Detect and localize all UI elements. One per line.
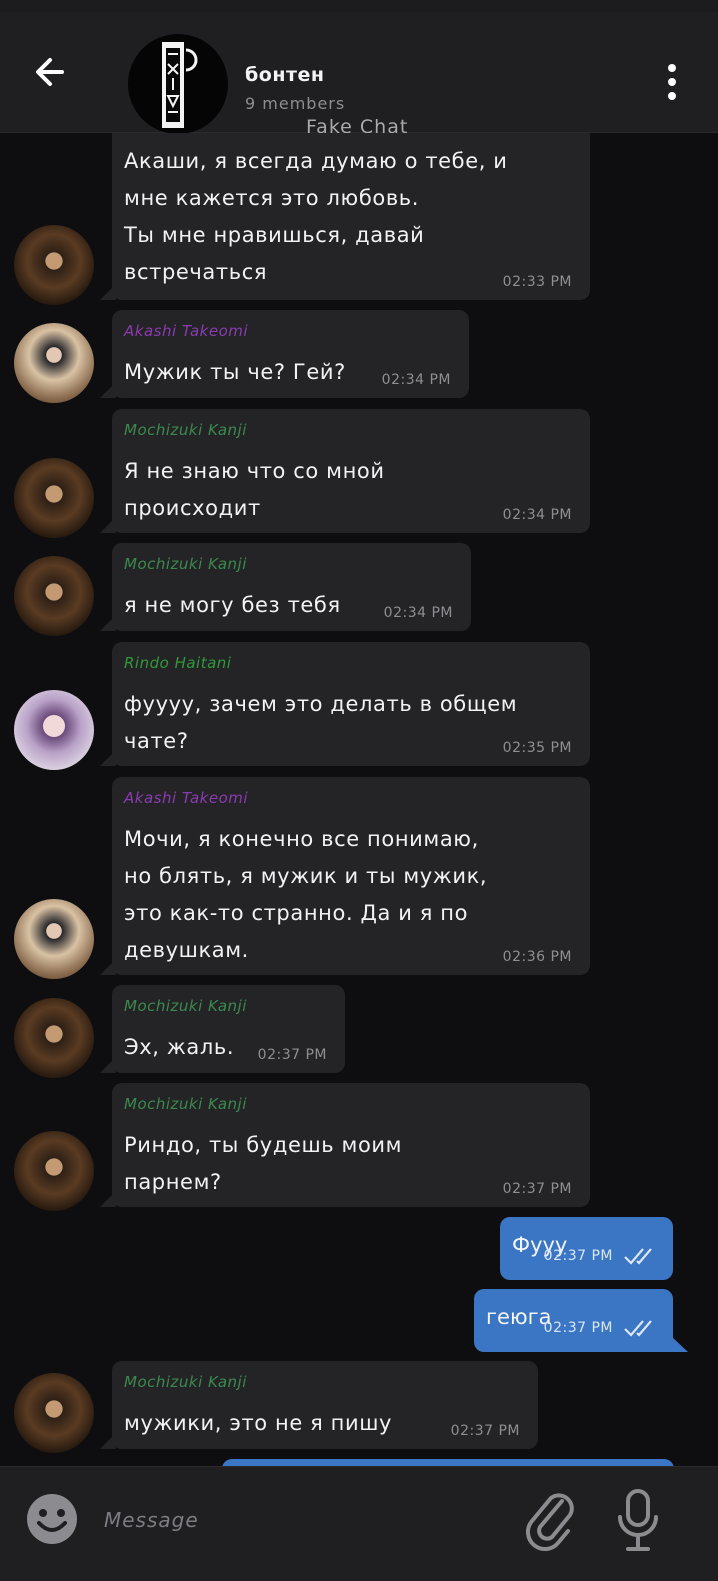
- avatar[interactable]: [14, 899, 94, 979]
- message-time: 02:37 PM: [502, 1181, 572, 1197]
- sender-name[interactable]: Akashi Takeomi: [124, 789, 576, 807]
- message-time: 02:35 PM: [502, 740, 572, 756]
- avatar[interactable]: [14, 1373, 94, 1453]
- sender-name[interactable]: Akashi Takeomi: [124, 322, 455, 340]
- message-bubble[interactable]: Mochizuki Kanji Я не знаю что со мной пр…: [100, 409, 590, 533]
- message-time: 02:34 PM: [381, 372, 451, 388]
- message-input[interactable]: [102, 1499, 506, 1541]
- voice-message-button[interactable]: [612, 1487, 664, 1555]
- message-bubble[interactable]: Mochizuki Kanji я не могу без тебя 02:34…: [100, 543, 471, 631]
- more-vertical-icon: [660, 64, 684, 100]
- chat-header: бонтен 9 members Fake Chat: [0, 12, 718, 138]
- message-time: 02:33 PM: [502, 274, 572, 290]
- message-time: 02:37 PM: [257, 1047, 327, 1063]
- avatar[interactable]: [14, 458, 94, 538]
- sender-name[interactable]: Rindo Haitani: [124, 654, 576, 672]
- paperclip-icon: [526, 1493, 574, 1551]
- group-title[interactable]: бонтен: [245, 64, 324, 86]
- sender-name[interactable]: Mochizuki Kanji: [124, 1095, 576, 1113]
- more-options-button[interactable]: [660, 64, 684, 104]
- sender-name[interactable]: Mochizuki Kanji: [124, 1373, 524, 1391]
- sender-name[interactable]: Mochizuki Kanji: [124, 555, 457, 573]
- back-button[interactable]: [28, 52, 80, 92]
- message-list[interactable]: Акаши, я всегда думаю о тебе, и мне каже…: [0, 133, 718, 1465]
- avatar[interactable]: [14, 1131, 94, 1211]
- message-bubble[interactable]: Rindo Haitani фуууу, зачем это делать в …: [100, 642, 590, 766]
- status-bar: [0, 0, 718, 12]
- message-time: 02:37 PM: [450, 1423, 520, 1439]
- smiley-icon: [27, 1494, 77, 1544]
- sender-name[interactable]: Mochizuki Kanji: [124, 997, 331, 1015]
- double-check-icon: [624, 1248, 652, 1265]
- microphone-icon: [618, 1489, 658, 1551]
- message-bubble[interactable]: Акаши, я всегда думаю о тебе, и мне каже…: [100, 133, 590, 300]
- message-text: геюга: [486, 1305, 552, 1329]
- message-bubble[interactable]: Mochizuki Kanji Эх, жаль. 02:37 PM: [100, 985, 345, 1073]
- message-bubble[interactable]: Akashi Takeomi Мужик ты че? Гей? 02:34 P…: [100, 310, 469, 398]
- composer-bar: [0, 1466, 718, 1581]
- avatar[interactable]: [14, 556, 94, 636]
- message-time: 02:37 PM: [543, 1248, 613, 1264]
- outgoing-message-bubble[interactable]: геюга 02:37 PM: [474, 1289, 673, 1352]
- attach-button[interactable]: [524, 1487, 578, 1553]
- emoji-button[interactable]: [24, 1491, 80, 1547]
- message-time: 02:36 PM: [502, 949, 572, 965]
- message-bubble[interactable]: Mochizuki Kanji Риндо, ты будешь моим па…: [100, 1083, 590, 1207]
- message-text: Мочи, я конечно все понимаю, но блять, я…: [124, 827, 488, 962]
- group-avatar[interactable]: [128, 34, 228, 134]
- sender-name[interactable]: Mochizuki Kanji: [124, 421, 576, 439]
- arrow-left-icon: [36, 58, 64, 86]
- double-check-icon: [624, 1320, 652, 1337]
- message-time: 02:37 PM: [543, 1320, 613, 1336]
- outgoing-message-bubble[interactable]: Фууу 02:37 PM: [500, 1217, 673, 1280]
- message-text: Акаши, я всегда думаю о тебе, и мне каже…: [124, 149, 508, 284]
- message-time: 02:34 PM: [502, 507, 572, 523]
- avatar[interactable]: [14, 998, 94, 1078]
- avatar[interactable]: [14, 323, 94, 403]
- bubble-tail: [672, 1337, 688, 1352]
- avatar[interactable]: [14, 690, 94, 770]
- message-bubble[interactable]: Mochizuki Kanji мужики, это не я пишу 02…: [100, 1361, 538, 1449]
- avatar[interactable]: [14, 225, 94, 305]
- member-count: 9 members: [245, 94, 346, 113]
- message-bubble[interactable]: Akashi Takeomi Мочи, я конечно все поним…: [100, 777, 590, 975]
- message-time: 02:34 PM: [383, 605, 453, 621]
- group-logo-image: [162, 42, 198, 128]
